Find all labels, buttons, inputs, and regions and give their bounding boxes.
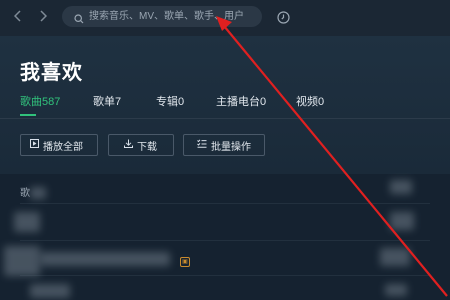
search-icon xyxy=(74,11,84,24)
list-divider xyxy=(20,203,430,204)
download-button[interactable]: 下载 xyxy=(108,134,174,156)
blurred-cell xyxy=(40,252,170,266)
table-row[interactable] xyxy=(4,246,40,276)
tab-songs[interactable]: 歌曲587 xyxy=(20,93,60,109)
back-button[interactable] xyxy=(10,9,26,25)
batch-label: 批量操作 xyxy=(211,141,251,153)
mv-badge: ▣ xyxy=(180,257,190,267)
tab-radio[interactable]: 主播电台0 xyxy=(216,93,266,109)
tab-videos[interactable]: 视频0 xyxy=(296,93,324,109)
list-divider xyxy=(20,240,430,241)
active-tab-indicator xyxy=(20,114,36,116)
play-all-button[interactable]: 播放全部 xyxy=(20,134,98,156)
download-label: 下载 xyxy=(137,141,157,153)
blurred-cell xyxy=(390,180,412,194)
tab-playlists[interactable]: 歌单7 xyxy=(93,93,121,109)
table-row[interactable] xyxy=(30,284,70,298)
forward-button[interactable] xyxy=(35,9,51,25)
play-icon xyxy=(30,139,43,151)
header-divider xyxy=(0,118,450,119)
page-title: 我喜欢 xyxy=(20,62,83,84)
play-all-label: 播放全部 xyxy=(43,141,83,153)
tab-albums[interactable]: 专辑0 xyxy=(156,93,184,109)
top-bar: 搜索音乐、MV、歌单、歌手、用户 xyxy=(0,0,450,36)
blurred-cell xyxy=(380,248,410,266)
download-icon xyxy=(124,139,137,151)
column-header-song: 歌 xyxy=(20,188,30,199)
chevron-left-icon xyxy=(13,9,22,25)
blurred-cell xyxy=(385,284,407,296)
blurred-cell xyxy=(30,187,46,199)
search-placeholder: 搜索音乐、MV、歌单、歌手、用户 xyxy=(89,11,244,22)
clock-icon[interactable] xyxy=(277,11,290,24)
list-divider xyxy=(20,275,430,276)
blurred-cell xyxy=(390,212,414,230)
song-list xyxy=(0,174,450,300)
chevron-right-icon xyxy=(39,9,48,25)
table-row[interactable] xyxy=(14,212,40,232)
batch-button[interactable]: 批量操作 xyxy=(183,134,265,156)
checklist-icon xyxy=(197,139,211,151)
search-input[interactable]: 搜索音乐、MV、歌单、歌手、用户 xyxy=(62,6,262,27)
